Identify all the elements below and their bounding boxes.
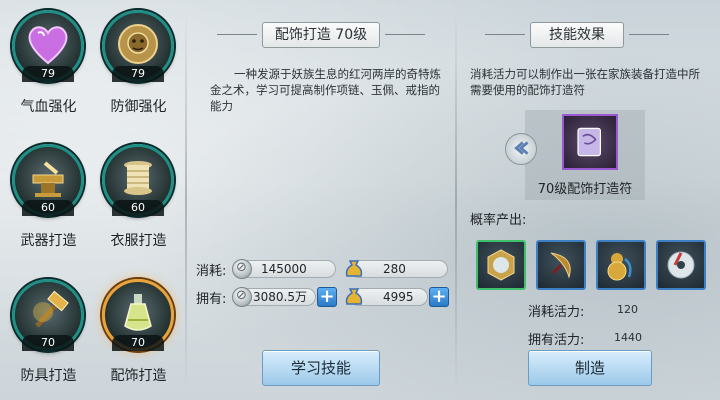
drop-item-jade-ring[interactable] [656,240,706,290]
skill-effect-title: 技能效果 [485,22,669,48]
skill-name: 衣服打造 [110,233,167,249]
mirror-icon [487,249,515,281]
drop-item-gourd[interactable] [596,240,646,290]
skill-clothes-craft[interactable]: 60 衣服打造 [96,140,181,265]
potion-bottle-icon [124,294,152,331]
skill-level: 70 [22,335,74,351]
silver-coin-icon [232,287,252,307]
cost-silver-value: 145000 [261,262,307,276]
learn-skill-button[interactable]: 学习技能 [262,350,380,386]
skill-description: 一种发源于妖族生息的红河两岸的奇特炼金之术，学习可提高制作项链、玉佩、戒指的能力 [210,67,441,113]
hammer-icon [33,290,69,328]
add-points-button[interactable]: + [429,287,449,307]
moon-blade-icon [550,252,571,279]
money-pouch-icon [345,288,363,305]
skill-grid: 79 气血强化 79 防御强化 60 武器打造 60 衣服打造 70 防具打造 … [0,0,185,400]
skill-name: 配饰打造 [110,368,167,384]
skill-hp-enhance[interactable]: 79 气血强化 [6,6,91,131]
craft-button[interactable]: 制造 [528,350,652,386]
vitality-cost-label: 消耗活力: [528,305,585,320]
panel-divider [455,10,457,392]
own-label: 拥有: [196,292,227,307]
purple-heart-icon [28,26,68,65]
skill-level: 79 [112,66,164,82]
drop-label: 概率产出: [470,213,527,228]
lion-shield-icon [118,24,158,64]
own-points-value: 4995 [383,290,414,304]
skill-level: 79 [22,66,74,82]
scroll-icon [577,127,601,157]
skill-armor-craft[interactable]: 70 防具打造 [6,275,91,400]
cost-points-value: 280 [383,262,406,276]
skill-detail-title: 配饰打造 70级 [217,22,425,48]
vitality-cost-value: 120 [617,303,638,316]
skill-name: 防御强化 [110,99,167,115]
prev-arrow-button[interactable] [505,133,537,165]
drop-item-moon-blade[interactable] [536,240,586,290]
skill-weapon-craft[interactable]: 60 武器打造 [6,140,91,265]
silver-coin-icon [232,259,252,279]
thread-spool-icon [124,161,152,195]
add-silver-button[interactable]: + [317,287,337,307]
product-name: 70级配饰打造符 [537,182,633,197]
vitality-own-value: 1440 [614,331,642,344]
effect-description: 消耗活力可以制作出一张在家族装备打造中所需要使用的配饰打造符 [470,67,700,97]
own-silver-value: 3080.5万 [253,290,307,304]
product-slot[interactable] [562,114,618,170]
gourd-icon [607,253,632,281]
skill-accessory-craft[interactable]: 70 配饰打造 [96,275,181,400]
cost-label: 消耗: [196,264,227,279]
cost-silver-field: 145000 [238,260,336,278]
panel-divider [185,10,187,392]
chevron-left-icon [514,141,529,155]
skill-defense-enhance[interactable]: 79 防御强化 [96,6,181,131]
vitality-own-label: 拥有活力: [528,333,585,348]
money-pouch-icon [345,260,363,277]
skill-level: 60 [112,200,164,216]
skill-name: 气血强化 [20,99,77,115]
drop-item-mirror[interactable] [476,240,526,290]
anvil-icon [32,161,64,197]
skill-level: 60 [22,200,74,216]
jade-ring-icon [667,251,695,279]
skill-level: 70 [112,335,164,351]
skill-name: 武器打造 [20,233,77,249]
skill-name: 防具打造 [20,368,77,384]
